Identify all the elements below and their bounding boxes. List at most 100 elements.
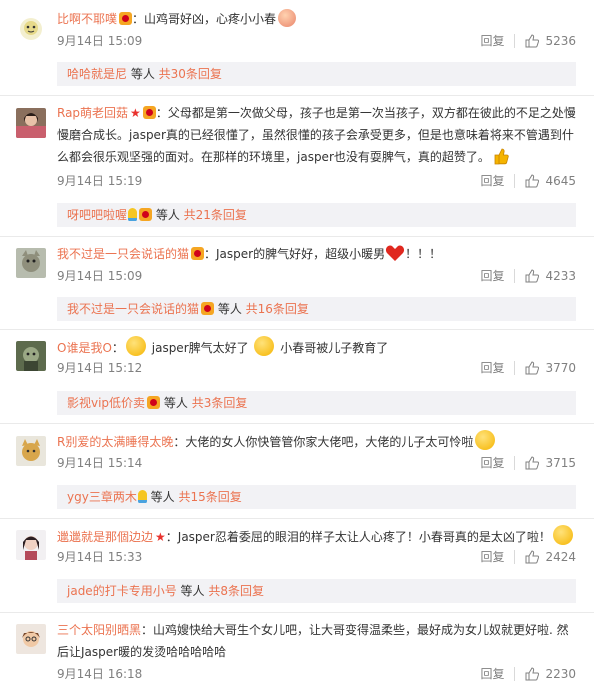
like-button[interactable]: 2230	[525, 665, 576, 683]
reply-button[interactable]: 回复	[480, 550, 516, 564]
comment-time: 9月14日 15:09	[57, 34, 143, 48]
comment-text: ：山鸡哥好凶，心疼小小春	[132, 12, 277, 26]
more-replies-link[interactable]: 共30条回复	[159, 67, 222, 81]
comment-username[interactable]: 比啊不耶噗	[57, 12, 117, 26]
comment-username[interactable]: O谁是我O	[57, 341, 112, 355]
like-button[interactable]: 3770	[525, 359, 576, 377]
member-badge-icon[interactable]	[119, 12, 133, 25]
more-replies-link[interactable]: 共3条回复	[192, 396, 248, 410]
reply-button[interactable]: 回复	[480, 34, 516, 48]
divider	[0, 95, 594, 96]
reply-button[interactable]: 回复	[480, 456, 516, 470]
reply-mid-text: 等人	[160, 396, 192, 410]
thumbs-up-emoji-icon	[493, 147, 509, 165]
reply-summary[interactable]: 呀吧吧啦喔 等人 共21条回复	[57, 203, 576, 227]
like-button[interactable]: 4233	[525, 267, 576, 285]
reply-mid-text: 等人	[176, 584, 209, 598]
reply-username[interactable]: 呀吧吧啦喔	[67, 208, 127, 222]
reply-summary[interactable]: 我不过是一只会说话的猫 等人 共16条回复	[57, 297, 576, 321]
member-badge-icon[interactable]	[191, 247, 205, 260]
reply-summary[interactable]: 哈哈就是尼 等人 共30条回复	[57, 62, 576, 86]
like-count: 4233	[545, 269, 576, 283]
member-badge-icon[interactable]	[147, 396, 161, 409]
grinning-emoji-icon	[254, 336, 275, 356]
reply-username[interactable]: 哈哈就是尼	[67, 67, 127, 81]
reply-button[interactable]: 回复	[480, 361, 516, 375]
comment-text-2: 小春哥被儿子教育了	[280, 341, 389, 355]
more-replies-link[interactable]: 共15条回复	[178, 490, 241, 504]
reply-username[interactable]: jade的打卡专用小号	[67, 584, 177, 598]
comment-text: ：Jasper的脾气好好，超级小暖男	[204, 247, 386, 261]
thumbs-up-icon	[525, 361, 540, 375]
comment-username[interactable]: 三个太阳别晒黑	[57, 623, 141, 637]
thumbs-up-icon	[525, 269, 540, 283]
like-count: 2424	[545, 550, 576, 564]
reply-button[interactable]: 回复	[480, 174, 516, 188]
thumbs-up-icon	[525, 34, 540, 48]
avatar[interactable]	[16, 341, 46, 371]
avatar[interactable]	[16, 436, 46, 466]
divider	[0, 518, 594, 519]
comment-username[interactable]: Rap萌老回菇	[57, 106, 128, 120]
more-replies-link[interactable]: 共21条回复	[184, 208, 247, 222]
reply-mid-text: 等人	[146, 490, 179, 504]
divider	[0, 423, 594, 424]
comment-text: ：Jasper忍着委屈的眼泪的样子太让人心疼了！小春哥真的是太凶了啦！	[165, 530, 551, 544]
avatar[interactable]	[16, 624, 46, 654]
laughing-emoji-icon	[552, 525, 573, 545]
divider	[0, 329, 594, 330]
like-button[interactable]: 3715	[525, 454, 576, 472]
reply-mid-text: 等人	[214, 302, 246, 316]
reply-button[interactable]: 回复	[480, 667, 516, 681]
heart-emoji-icon	[385, 244, 405, 262]
like-button[interactable]: 2424	[525, 548, 576, 566]
reply-username[interactable]: 我不过是一只会说话的猫	[67, 302, 199, 316]
avatar[interactable]	[16, 14, 46, 44]
more-replies-link[interactable]: 共8条回复	[208, 584, 264, 598]
laughing-emoji-icon	[475, 430, 496, 450]
bulb-badge-icon[interactable]	[137, 490, 147, 503]
like-count: 3770	[545, 361, 576, 375]
like-count: 2230	[545, 667, 576, 681]
reply-summary[interactable]: 影视vip低价卖 等人 共3条回复	[57, 391, 576, 415]
comment-time: 9月14日 15:33	[57, 550, 143, 564]
thumbs-up-icon	[525, 456, 540, 470]
reply-summary[interactable]: jade的打卡专用小号 等人 共8条回复	[57, 579, 576, 603]
member-badge-icon[interactable]	[201, 302, 215, 315]
like-button[interactable]: 4645	[525, 172, 576, 190]
thumbs-up-icon	[525, 550, 540, 564]
reply-mid-text: 等人	[127, 67, 159, 81]
comment-text-tail: ！！！	[405, 247, 442, 261]
reply-username[interactable]: ygy三章两木	[67, 490, 137, 504]
avatar[interactable]	[16, 108, 46, 138]
thumbs-up-icon	[525, 174, 540, 188]
comment-time: 9月14日 16:18	[57, 667, 143, 681]
like-count: 3715	[545, 456, 576, 470]
comment-time: 9月14日 15:09	[57, 269, 143, 283]
reply-button[interactable]: 回复	[480, 269, 516, 283]
comment-username[interactable]: 邋邋就是那個边边	[57, 530, 153, 544]
comment-time: 9月14日 15:12	[57, 361, 143, 375]
avatar[interactable]	[16, 248, 46, 278]
laughing-emoji-icon	[125, 336, 146, 356]
comment-username[interactable]: R别爱的太满睡得太晚	[57, 435, 173, 449]
colon-text: ：	[111, 341, 124, 355]
comment-username[interactable]: 我不过是一只会说话的猫	[57, 247, 189, 261]
like-count: 5236	[545, 34, 576, 48]
star-badge-icon[interactable]: ★	[130, 106, 141, 120]
thumbs-up-icon	[525, 667, 540, 681]
crying-face-emoji-icon	[278, 9, 297, 27]
like-button[interactable]: 5236	[525, 32, 576, 50]
star-badge-icon[interactable]: ★	[155, 530, 166, 544]
member-badge-icon[interactable]	[142, 106, 156, 119]
divider	[0, 612, 594, 613]
divider	[0, 236, 594, 237]
reply-summary[interactable]: ygy三章两木 等人 共15条回复	[57, 485, 576, 509]
comment-time: 9月14日 15:14	[57, 456, 143, 470]
member-badge-icon[interactable]	[139, 208, 153, 221]
bulb-badge-icon[interactable]	[128, 208, 138, 221]
avatar[interactable]	[16, 530, 46, 560]
reply-username[interactable]: 影视vip低价卖	[67, 396, 145, 410]
more-replies-link[interactable]: 共16条回复	[246, 302, 309, 316]
comment-text: ：大佬的女人你快管管你家大佬吧，大佬的儿子太可怜啦	[173, 435, 474, 449]
